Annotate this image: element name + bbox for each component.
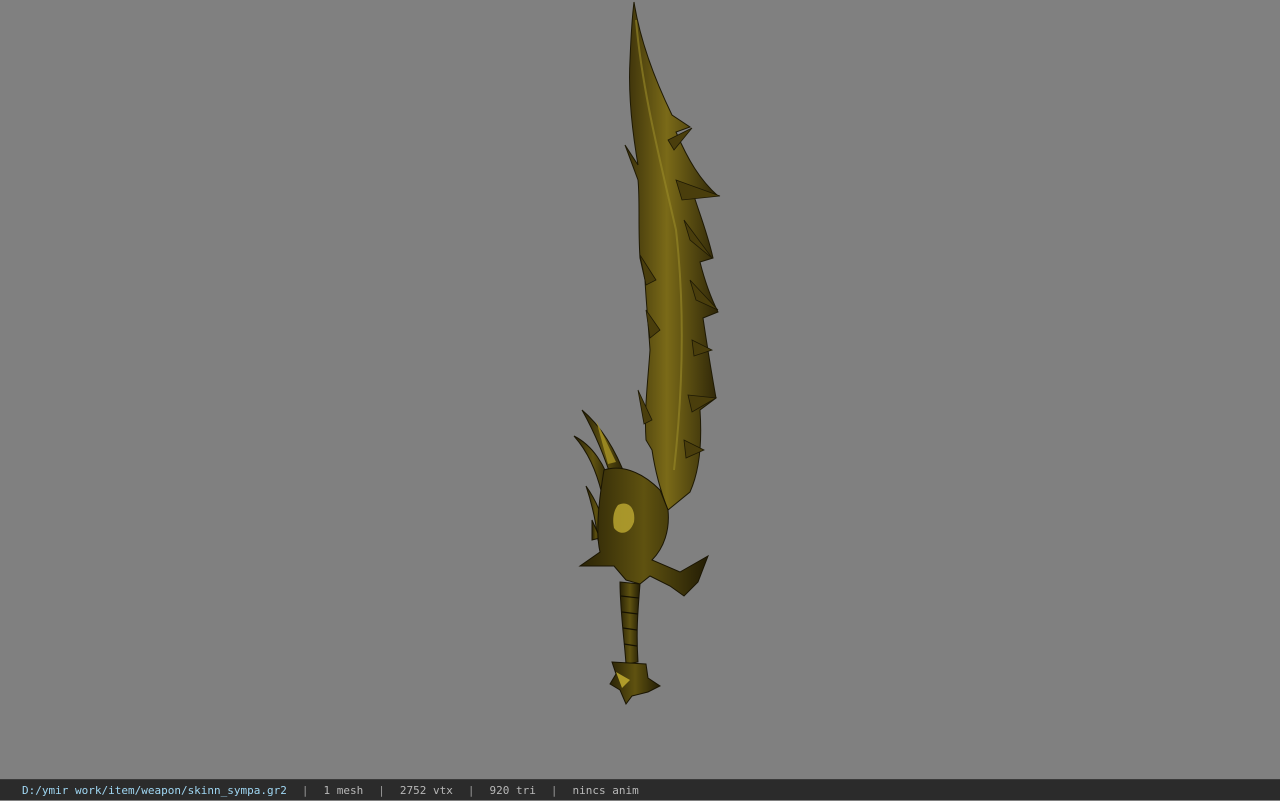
sword-grip — [619, 581, 641, 665]
separator: | — [378, 783, 385, 797]
triangle-count: 920 tri — [489, 783, 536, 797]
sword-blade — [624, 1, 720, 511]
vertex-count: 2752 vtx — [399, 783, 453, 797]
mesh-count: 1 mesh — [323, 783, 364, 797]
file-path: D:/ymir work/item/weapon/skinn_sympa.gr2 — [22, 783, 287, 797]
status-bar: D:/ymir work/item/weapon/skinn_sympa.gr2… — [0, 779, 1280, 800]
separator: | — [467, 783, 475, 797]
3d-viewport[interactable] — [0, 0, 1280, 779]
separator: | — [301, 783, 309, 797]
separator: | — [550, 783, 558, 797]
animation-status: nincs anim — [572, 783, 639, 797]
sword-pommel — [609, 661, 661, 705]
sword-model[interactable] — [0, 0, 1280, 779]
